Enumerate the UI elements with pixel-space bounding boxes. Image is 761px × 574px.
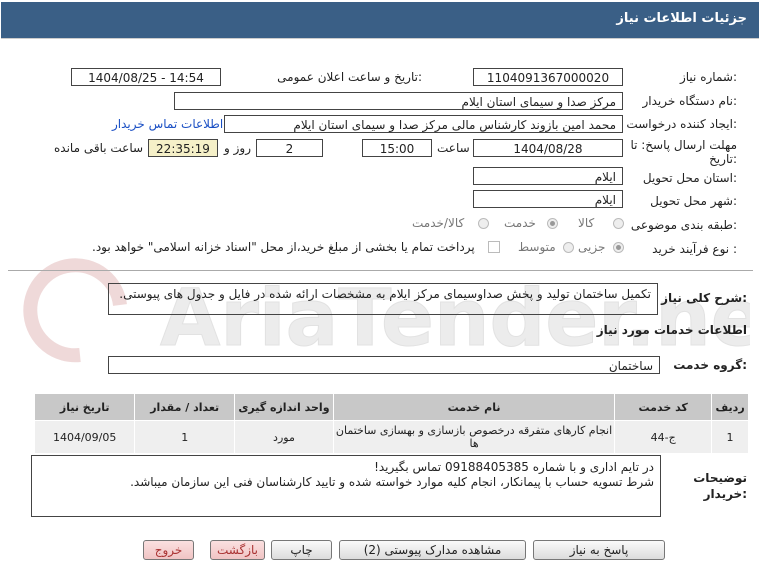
buyer-notes-textarea[interactable]: در تایم اداری و با شماره 09188405385 تما… <box>31 455 661 517</box>
treasury-payment-checkbox[interactable] <box>488 241 500 253</box>
cell-service-name: انجام کارهای متفرقه درخصوص بازسازی و بهس… <box>332 420 616 454</box>
description-textarea[interactable]: تکمیل ساختمان تولید و پخش صداوسیمای مرکز… <box>108 283 658 315</box>
cell-service-code: ج-44 <box>614 420 713 454</box>
table-header-row: ردیف کد خدمت نام خدمت واحد اندازه گیری ت… <box>33 393 749 421</box>
days-remaining-field: 2 <box>256 139 323 157</box>
city-label: شهر محل تحویل: <box>650 194 737 208</box>
category-option-service: خدمت <box>504 216 536 230</box>
table-row: 1 ج-44 انجام کارهای متفرقه درخصوص بازساز… <box>33 420 749 454</box>
remaining-time-field: 22:35:19 <box>148 139 218 157</box>
exit-button[interactable]: خروج <box>143 540 194 560</box>
section-divider <box>8 270 753 271</box>
category-label: طبقه بندی موضوعی: <box>630 218 737 232</box>
service-group-field: ساختمان <box>108 356 660 374</box>
creator-label: ایجاد کننده درخواست: <box>626 117 737 131</box>
process-option-medium: متوسط <box>518 240 556 254</box>
need-number-field: 1104091367000020 <box>473 68 623 86</box>
col-header-quantity: تعداد / مقدار <box>134 393 236 421</box>
deadline-label: مهلت ارسال پاسخ: تا <box>630 138 737 152</box>
category-radio-service[interactable] <box>547 218 558 229</box>
creator-field: محمد امین بازوند کارشناس مالی مرکز صدا و… <box>224 115 623 133</box>
category-radio-goods[interactable] <box>613 218 624 229</box>
col-header-service-name: نام خدمت <box>332 393 616 421</box>
category-option-goods: کالا <box>578 216 595 230</box>
attachments-button[interactable]: مشاهده مدارک پیوستی (2) <box>339 540 526 560</box>
print-button[interactable]: چاپ <box>271 540 332 560</box>
city-field: ایلام <box>473 190 623 208</box>
notes-line-2: شرط تسویه حساب با پیمانکار، انجام کلیه م… <box>130 475 654 489</box>
deadline-date-label: تاریخ: <box>709 152 737 166</box>
announce-label: تاریخ و ساعت اعلان عمومی: <box>277 70 422 84</box>
process-radio-medium[interactable] <box>563 242 574 253</box>
page-title: جزئیات اطلاعات نیاز <box>616 11 747 26</box>
category-option-goods-service: کالا/خدمت <box>412 216 465 230</box>
reply-button[interactable]: پاسخ به نیاز <box>533 540 665 560</box>
col-header-service-code: کد خدمت <box>614 393 713 421</box>
days-label: روز و <box>224 141 251 155</box>
process-option-minor: جزیی <box>578 240 606 254</box>
services-section-title: اطلاعات خدمات مورد نیاز <box>596 323 747 337</box>
remaining-time-label: ساعت باقی مانده <box>54 141 144 155</box>
deadline-time-field: 15:00 <box>362 139 432 157</box>
category-radio-goods-service[interactable] <box>478 218 489 229</box>
province-label: استان محل تحویل: <box>642 171 737 185</box>
services-table: ردیف کد خدمت نام خدمت واحد اندازه گیری ت… <box>33 393 749 454</box>
buyer-org-field: مرکز صدا و سیمای استان ایلام <box>174 92 623 110</box>
col-header-unit: واحد اندازه گیری <box>234 393 334 421</box>
col-header-need-date: تاریخ نیاز <box>33 393 136 421</box>
buyer-notes-label-2: خریدار: <box>703 487 747 501</box>
buyer-contact-link[interactable]: اطلاعات تماس خریدار <box>112 117 223 131</box>
notes-line-1: در تایم اداری و با شماره 09188405385 تما… <box>374 460 654 474</box>
province-field: ایلام <box>473 167 623 185</box>
back-button[interactable]: بازگشت <box>210 540 265 560</box>
process-type-label: نوع فرآیند خرید : <box>652 242 737 256</box>
process-radio-minor[interactable] <box>613 242 624 253</box>
service-group-label: گروه خدمت: <box>673 358 747 372</box>
page-header: جزئیات اطلاعات نیاز <box>1 2 759 39</box>
cell-unit: مورد <box>234 420 334 454</box>
need-number-label: شماره نیاز: <box>679 70 737 84</box>
treasury-payment-text: پرداخت تمام یا بخشی از مبلغ خرید،از محل … <box>92 240 475 254</box>
deadline-date-field: 1404/08/28 <box>473 139 623 157</box>
col-header-row-num: ردیف <box>711 393 749 421</box>
cell-need-date: 1404/09/05 <box>33 420 136 454</box>
buyer-org-label: نام دستگاه خریدار: <box>642 94 738 108</box>
announce-datetime-field: 1404/08/25 - 14:54 <box>71 68 221 86</box>
description-label: شرح کلی نیاز: <box>661 291 747 305</box>
cell-quantity: 1 <box>134 420 236 454</box>
deadline-time-label: ساعت <box>437 141 470 155</box>
buyer-notes-label: توضیحات <box>693 471 747 485</box>
cell-row-num: 1 <box>711 420 749 454</box>
